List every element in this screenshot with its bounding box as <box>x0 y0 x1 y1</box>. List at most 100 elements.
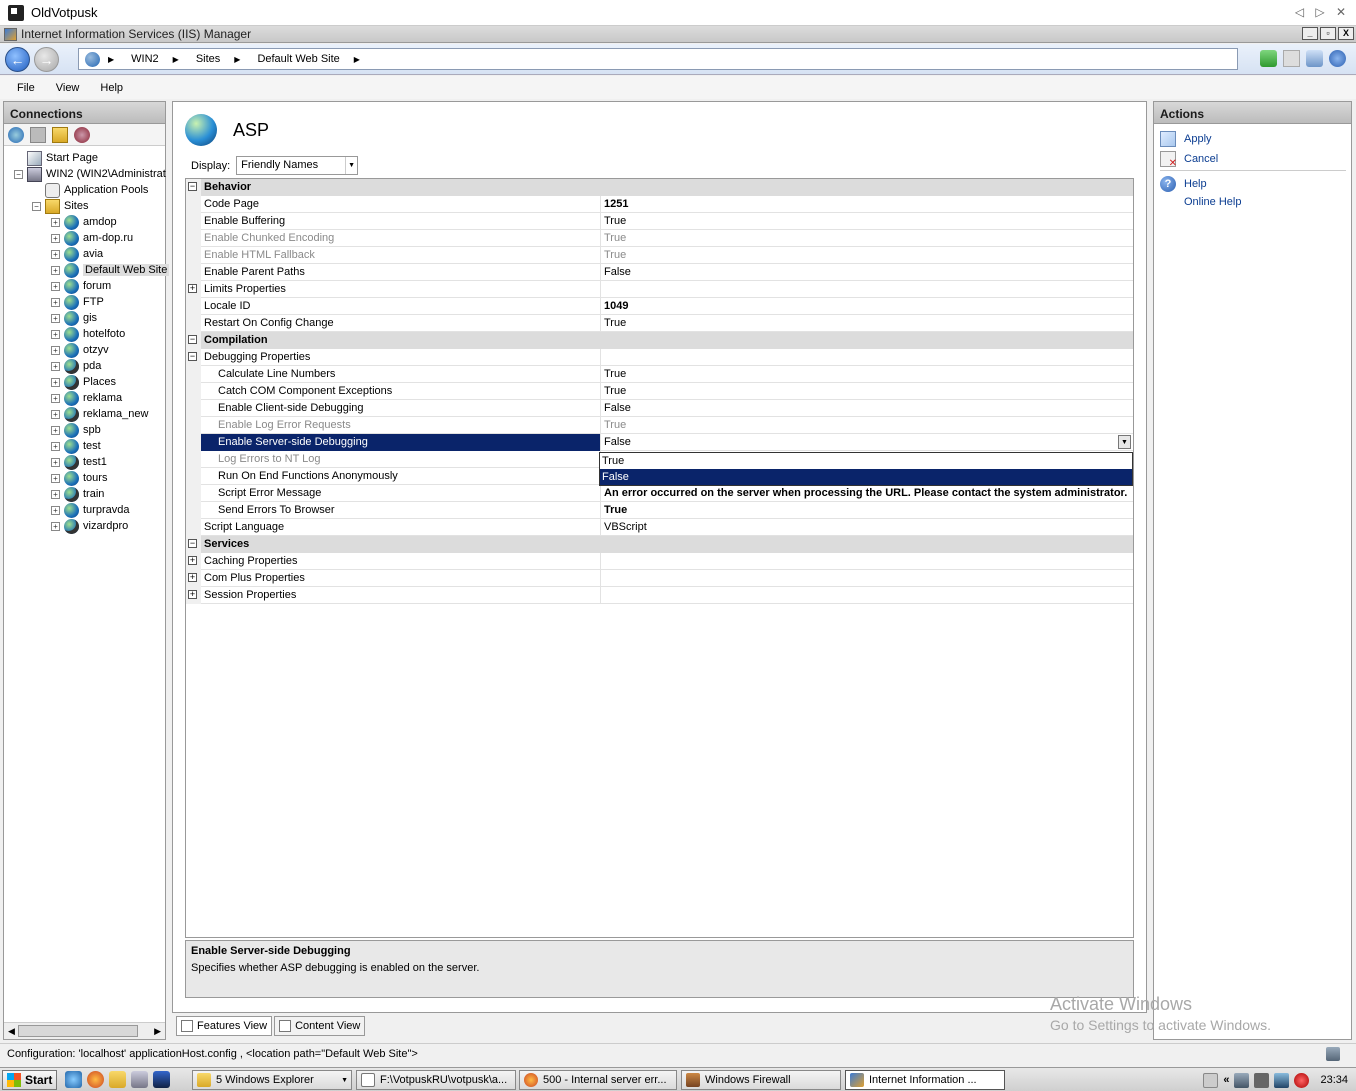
grid-property-row[interactable]: Enable Server-side Debugging False ▼ <box>186 433 1133 451</box>
scroll-right-icon[interactable]: ▶ <box>154 1026 161 1037</box>
property-value[interactable]: True <box>601 247 1133 264</box>
stop-icon[interactable] <box>1283 50 1300 67</box>
tree-item[interactable]: + otzyv <box>51 342 109 358</box>
grid-property-row[interactable]: Catch COM Component Exceptions True <box>186 382 1133 400</box>
volume-muted-icon[interactable] <box>1294 1072 1310 1088</box>
task-iis-manager[interactable]: Internet Information ... <box>845 1070 1005 1090</box>
expand-icon[interactable]: + <box>51 425 60 435</box>
grid-property-row[interactable]: Enable Chunked Encoding True <box>186 229 1133 247</box>
explorer-icon[interactable] <box>109 1071 127 1088</box>
menu-help[interactable]: Help <box>100 82 123 94</box>
save-icon[interactable] <box>30 126 46 143</box>
property-value[interactable] <box>601 587 1133 604</box>
dropdown-option-true[interactable]: True <box>600 453 1132 469</box>
expand-icon[interactable]: + <box>51 361 60 371</box>
property-value[interactable]: True <box>601 213 1133 230</box>
tree-item[interactable]: + test1 <box>51 454 107 470</box>
scroll-left-icon[interactable]: ◀ <box>8 1026 15 1037</box>
expand-icon[interactable]: + <box>51 489 60 499</box>
monitor-icon[interactable] <box>1234 1072 1250 1088</box>
tree-item[interactable]: + spb <box>51 422 101 438</box>
property-value[interactable]: True <box>601 230 1133 247</box>
expand-icon[interactable]: + <box>51 281 60 291</box>
scrollbar-thumb[interactable] <box>18 1025 138 1037</box>
grid-property-row[interactable]: Calculate Line Numbers True <box>186 365 1133 383</box>
grid-property-row[interactable]: + Limits Properties <box>186 280 1133 298</box>
expand-icon[interactable]: + <box>51 313 60 323</box>
grid-category-row[interactable]: − Behavior <box>186 178 1133 196</box>
property-value[interactable] <box>601 281 1133 298</box>
tree-item[interactable]: + vizardpro <box>51 518 128 534</box>
grid-property-row[interactable]: Enable Parent Paths False <box>186 263 1133 281</box>
help-action[interactable]: ? Help <box>1160 176 1207 192</box>
remote-session-controls[interactable]: ◁ ▷ ✕ <box>1295 5 1350 19</box>
internet-explorer-icon[interactable] <box>65 1071 83 1088</box>
connect-icon[interactable] <box>8 126 24 143</box>
close-button[interactable]: X <box>1338 27 1354 40</box>
expand-icon[interactable]: + <box>51 457 60 467</box>
tree-item[interactable]: − Sites <box>32 198 88 214</box>
task-notepad[interactable]: F:\VotpuskRU\votpusk\a... <box>356 1070 516 1090</box>
keyboard-icon[interactable] <box>1203 1072 1219 1088</box>
expand-icon[interactable]: + <box>51 377 60 387</box>
task-windows-firewall[interactable]: Windows Firewall <box>681 1070 841 1090</box>
restore-button[interactable]: ▫ <box>1320 27 1336 40</box>
menu-view[interactable]: View <box>56 82 80 94</box>
tab-content-view[interactable]: Content View <box>274 1016 366 1036</box>
grid-property-row[interactable]: Enable HTML Fallback True <box>186 246 1133 264</box>
clock[interactable]: 23:34 <box>1320 1074 1348 1086</box>
expand-icon[interactable]: + <box>51 409 60 419</box>
tray-expand-icon[interactable]: « <box>1223 1074 1229 1086</box>
collapse-icon[interactable]: − <box>188 351 197 361</box>
tree-item[interactable]: + avia <box>51 246 103 262</box>
grid-property-row[interactable]: Enable Log Error Requests True <box>186 416 1133 434</box>
address-bar[interactable]: ▶ WIN2 ▶ Sites ▶ Default Web Site ▶ <box>78 48 1238 70</box>
menu-file[interactable]: File <box>17 82 35 94</box>
horizontal-scrollbar[interactable]: ◀ ▶ <box>4 1022 165 1039</box>
tree-item[interactable]: + hotelfoto <box>51 326 125 342</box>
property-value[interactable] <box>601 553 1133 570</box>
forward-button[interactable]: → <box>34 47 59 72</box>
property-value[interactable]: True <box>601 315 1133 332</box>
server-manager-icon[interactable] <box>131 1071 149 1088</box>
tree-item[interactable]: + amdop <box>51 214 117 230</box>
property-value[interactable]: True <box>601 502 1133 519</box>
collapse-icon[interactable]: − <box>188 334 197 344</box>
expand-icon[interactable]: + <box>51 249 60 259</box>
expand-icon[interactable]: + <box>188 555 197 565</box>
tree-item[interactable]: + Default Web Site <box>51 262 170 278</box>
expand-icon[interactable]: + <box>51 345 60 355</box>
grid-property-row[interactable]: Script Language VBScript <box>186 518 1133 536</box>
expand-icon[interactable]: + <box>188 572 197 582</box>
expand-icon[interactable]: + <box>51 393 60 403</box>
property-value[interactable]: True <box>601 366 1133 383</box>
collapse-icon[interactable]: − <box>32 201 41 211</box>
property-value[interactable]: False <box>601 434 1133 451</box>
expand-icon[interactable]: + <box>51 265 60 275</box>
refresh-icon[interactable] <box>1260 50 1277 67</box>
property-value[interactable]: False <box>601 264 1133 281</box>
vm-icon[interactable] <box>1254 1072 1270 1088</box>
grid-property-row[interactable]: + Caching Properties <box>186 552 1133 570</box>
grid-property-row[interactable]: Locale ID 1049 <box>186 297 1133 315</box>
grid-property-row[interactable]: Enable Client-side Debugging False <box>186 399 1133 417</box>
powershell-icon[interactable] <box>153 1071 171 1088</box>
breadcrumb-sites[interactable]: Sites ▶ <box>196 53 250 65</box>
grid-property-row[interactable]: Restart On Config Change True <box>186 314 1133 332</box>
grid-property-row[interactable]: Send Errors To Browser True <box>186 501 1133 519</box>
expand-icon[interactable]: + <box>51 473 60 483</box>
grid-property-row[interactable]: + Com Plus Properties <box>186 569 1133 587</box>
task-windows-explorer[interactable]: 5 Windows Explorer ▼ <box>192 1070 352 1090</box>
expand-icon[interactable]: + <box>188 589 197 599</box>
tree-item[interactable]: + turpravda <box>51 502 129 518</box>
property-value[interactable]: False <box>601 400 1133 417</box>
expand-icon[interactable]: + <box>51 217 60 227</box>
tree-item[interactable]: + FTP <box>51 294 104 310</box>
grid-property-row[interactable]: Code Page 1251 <box>186 195 1133 213</box>
help-dropdown-icon[interactable] <box>1329 50 1346 67</box>
expand-icon[interactable]: + <box>51 297 60 307</box>
expand-icon[interactable]: + <box>51 521 60 531</box>
property-value[interactable] <box>601 349 1133 366</box>
tree-item[interactable]: + am-dop.ru <box>51 230 133 246</box>
online-help-action[interactable]: Online Help <box>1184 196 1241 208</box>
